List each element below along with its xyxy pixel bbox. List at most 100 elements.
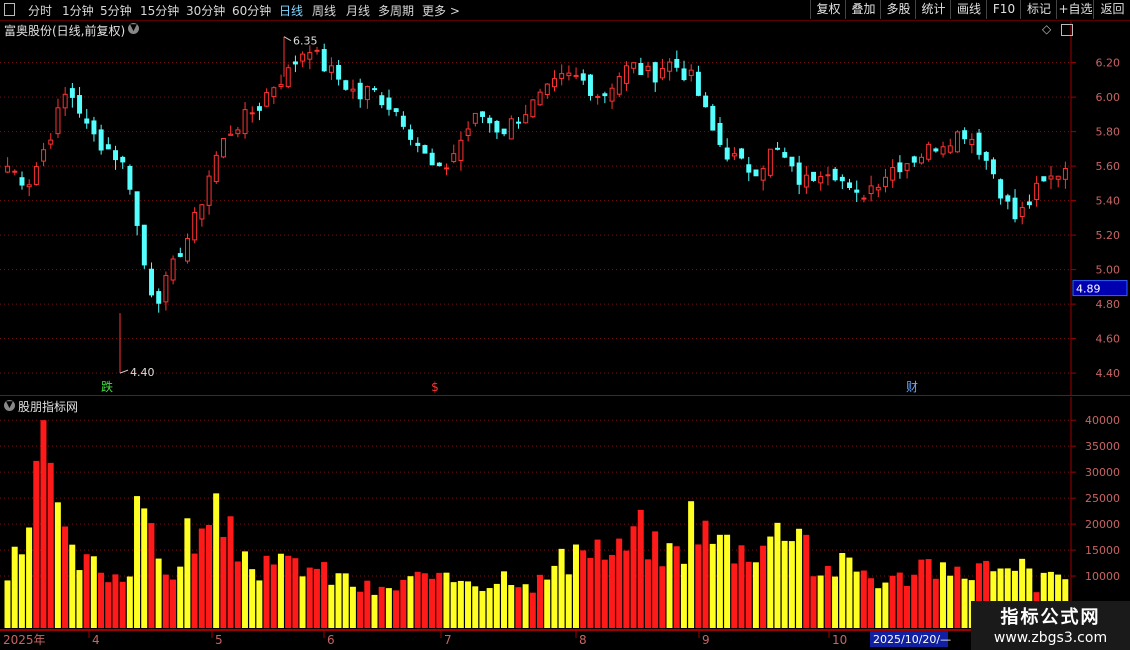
volume-bar <box>241 551 248 628</box>
stock-title: 富奥股份(日线,前复权) <box>4 24 126 38</box>
volume-bar <box>429 578 436 628</box>
low-label: 4.40 <box>130 366 155 379</box>
date-label: 7 <box>444 633 452 647</box>
candle <box>587 73 593 101</box>
volume-bar <box>457 580 464 628</box>
candle-body <box>271 87 277 98</box>
candle <box>739 147 745 160</box>
volume-bar <box>853 571 860 628</box>
volume-bar <box>875 588 882 628</box>
volume-bar <box>321 562 328 628</box>
candle <box>1012 189 1018 223</box>
candle-body <box>350 88 356 92</box>
tab-8[interactable]: 月线 <box>346 2 370 19</box>
volume-bar <box>594 539 601 628</box>
tab-1[interactable]: 1分钟 <box>62 2 94 19</box>
toolbar-button-2[interactable]: 多股 <box>880 0 916 19</box>
toolbar-button-1[interactable]: 叠加 <box>845 0 881 19</box>
candle-body <box>962 130 968 140</box>
candle-body <box>667 61 673 72</box>
candle <box>199 204 205 227</box>
candle <box>552 70 557 92</box>
candle <box>300 51 306 68</box>
tab-10[interactable]: 更多 > <box>422 2 460 19</box>
volume-bar <box>205 524 212 628</box>
candle <box>911 155 917 167</box>
toolbar-button-6[interactable]: 标记 <box>1020 0 1057 19</box>
candle-body <box>444 167 450 170</box>
candle <box>659 58 665 81</box>
tab-9[interactable]: 多周期 <box>378 2 414 19</box>
chevron-down-icon[interactable]: ▼ <box>4 400 15 411</box>
candle <box>350 79 356 99</box>
price-tick-label: 5.80 <box>1096 126 1121 139</box>
candle <box>703 92 709 108</box>
volume-bar <box>436 572 443 628</box>
candle-body <box>206 175 212 206</box>
tab-7[interactable]: 周线 <box>312 2 336 19</box>
indicator-title: 股朋指标网 <box>18 400 79 414</box>
candle <box>559 64 565 86</box>
candle-body <box>372 88 378 91</box>
candle-body <box>1019 207 1025 218</box>
candle <box>753 169 759 177</box>
candle <box>724 138 730 162</box>
candle-body <box>717 122 723 145</box>
tab-5[interactable]: 60分钟 <box>232 2 271 19</box>
volume-bar <box>414 571 421 628</box>
event-marker-2: 财 <box>906 380 918 394</box>
chevron-down-icon[interactable]: ▼ <box>128 23 139 34</box>
candle <box>580 69 586 85</box>
candle-body <box>940 146 946 155</box>
tab-0[interactable]: 分时 <box>28 2 52 19</box>
candle-body <box>84 118 90 124</box>
candle <box>69 82 75 108</box>
volume-chart[interactable]: 40000 35000 30000 25000 20000 15000 10000 <box>0 397 1130 630</box>
volume-bar <box>752 562 759 628</box>
toolbar-button-4[interactable]: 画线 <box>950 0 987 19</box>
candle-body <box>26 184 32 188</box>
candle <box>890 159 896 188</box>
volume-bar <box>709 543 716 628</box>
price-chart[interactable]: 6.20 6.00 5.80 5.60 5.40 5.20 5.00 4.80 4.60 4.40… <box>0 21 1130 396</box>
toolbar-button-0[interactable]: 复权 <box>810 0 846 19</box>
candle-body <box>760 168 766 181</box>
candle <box>674 50 680 72</box>
price-chart-panel[interactable]: 6.20 6.00 5.80 5.60 5.40 5.20 5.00 4.80 4.60 4.40… <box>0 21 1130 396</box>
window-toggle-icon[interactable] <box>1061 24 1073 36</box>
candle <box>264 88 270 108</box>
volume-bar <box>162 574 169 628</box>
candle-body <box>789 156 795 167</box>
candle <box>516 116 521 129</box>
toolbar-button-8[interactable]: 返回 <box>1093 0 1130 19</box>
volume-bar <box>119 581 126 628</box>
tab-4[interactable]: 30分钟 <box>186 2 225 19</box>
volume-bar <box>889 575 896 628</box>
candle <box>919 153 924 165</box>
candle <box>156 288 162 313</box>
candle-body <box>674 58 680 68</box>
candle-body <box>5 165 11 173</box>
volume-bar <box>76 570 83 628</box>
volume-bar <box>580 550 587 628</box>
menu-square-icon[interactable] <box>4 3 15 16</box>
toolbar-button-3[interactable]: 统计 <box>915 0 951 19</box>
candle <box>256 102 262 121</box>
candle-body <box>1041 176 1047 182</box>
tab-6[interactable]: 日线 <box>279 2 303 19</box>
diamond-icon[interactable]: ◇ <box>1042 22 1051 36</box>
volume-bar <box>673 546 680 628</box>
volume-bar <box>285 555 292 628</box>
volume-chart-panel[interactable]: 40000 35000 30000 25000 20000 15000 10000 ▼ 股朋… <box>0 397 1130 630</box>
tab-2[interactable]: 5分钟 <box>100 2 132 19</box>
volume-bar <box>644 559 651 628</box>
candle-body <box>811 171 817 181</box>
tab-3[interactable]: 15分钟 <box>140 2 179 19</box>
candle <box>998 178 1004 205</box>
toolbar-button-5[interactable]: F10 <box>986 0 1021 19</box>
toolbar-button-7[interactable]: +自选 <box>1056 0 1094 19</box>
volume-bar <box>925 559 932 628</box>
candle <box>933 147 939 153</box>
volume-bar <box>155 558 162 628</box>
candle <box>875 183 881 198</box>
